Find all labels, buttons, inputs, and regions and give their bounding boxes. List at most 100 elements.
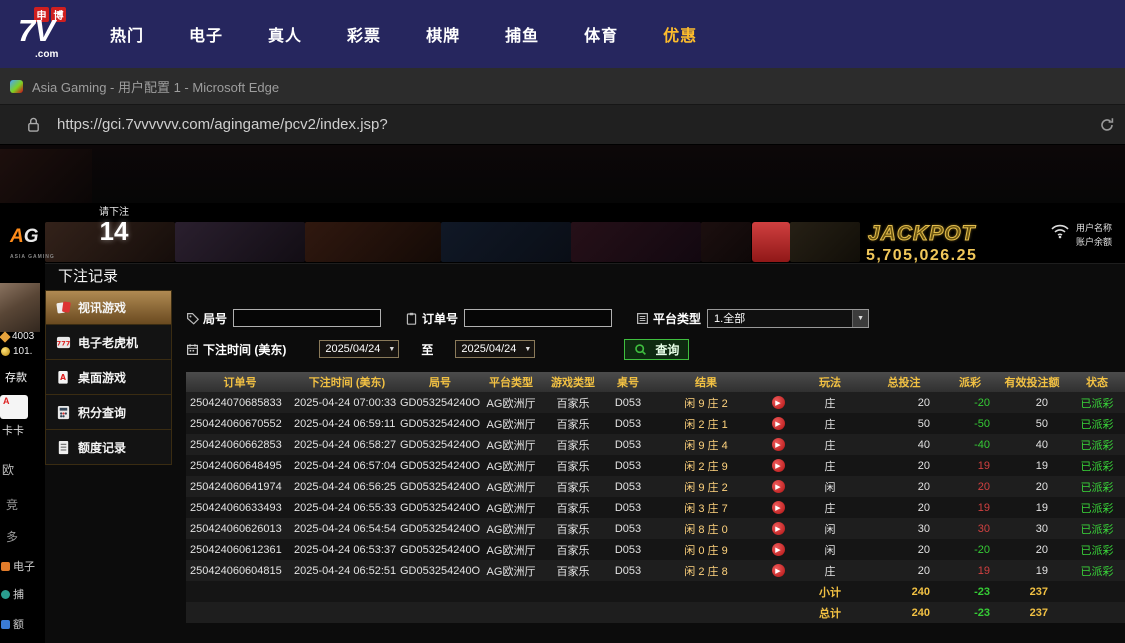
cell-round_id: GD053254240ON bbox=[400, 459, 480, 472]
date-from-select[interactable]: 2025/04/24 ▼ bbox=[319, 340, 400, 358]
cell-bet_time: 2025-04-24 06:52:51 bbox=[294, 564, 397, 577]
cell-result: 闲 2 庄 8 bbox=[684, 565, 728, 578]
cell-table_no: D053 bbox=[614, 417, 642, 430]
refresh-icon[interactable] bbox=[1099, 117, 1115, 133]
cell-round_id: GD053254240OQ bbox=[400, 417, 480, 430]
page-content: AG ASIA GAMING 请下注 14 JACKPOT 5,705,026.… bbox=[0, 145, 1125, 643]
cell-total_bet: 40 bbox=[917, 438, 930, 451]
platform-select[interactable]: 1.全部 ▼ bbox=[707, 308, 870, 328]
cell-payout: -20 bbox=[974, 396, 990, 409]
cell-valid_bet: 20 bbox=[1035, 480, 1048, 493]
column-header: 总投注 bbox=[887, 377, 921, 389]
date-to-select[interactable]: 2025/04/24 ▼ bbox=[455, 340, 536, 358]
sidebar-item-label: 积分查询 bbox=[78, 405, 127, 420]
ag-logo-a: A bbox=[10, 226, 24, 247]
dropdown-arrow-icon: ▼ bbox=[388, 345, 396, 353]
sidebar-item-label: 电子老虎机 bbox=[78, 335, 139, 350]
summary-cell: 237 bbox=[1029, 606, 1048, 619]
cell-valid_bet: 30 bbox=[1035, 522, 1048, 535]
cell-status: 已派彩 bbox=[1080, 544, 1114, 557]
replay-button[interactable]: ▶ bbox=[771, 501, 785, 514]
ag-logo-g: G bbox=[23, 226, 39, 247]
column-header: 玩法 bbox=[819, 377, 841, 389]
nav-fragment-jing[interactable]: 竞 bbox=[6, 496, 18, 513]
bet-countdown: 请下注 14 bbox=[88, 203, 140, 245]
points-fragment: 4003 bbox=[0, 330, 34, 343]
sidebar-item-credit-record[interactable]: 额度记录 bbox=[45, 430, 172, 465]
column-header: 结果 bbox=[695, 377, 717, 389]
sidebar-item-table-game[interactable]: A 桌面游戏 bbox=[45, 360, 172, 395]
table-row: 250424060662853 2025-04-24 06:58:27 GD0532… bbox=[186, 434, 1125, 455]
cell-order_id: 250424060641974 bbox=[190, 480, 282, 493]
order-input[interactable] bbox=[464, 309, 613, 327]
replay-button[interactable]: ▶ bbox=[771, 543, 785, 556]
sidebar-item-video-game[interactable]: 视讯游戏 bbox=[45, 290, 172, 325]
cell-replay: ▶ bbox=[760, 501, 796, 514]
cell-table_no: D053 bbox=[614, 501, 642, 514]
nav-item[interactable]: 真人 bbox=[268, 22, 302, 46]
bet-records-panel: 下注记录 视讯游戏 777 电子老虎机 A 桌面游戏 积分查询 额度记录 局号 订单号 bbox=[45, 263, 1125, 643]
sidebar-item-points-query[interactable]: 积分查询 bbox=[45, 395, 172, 430]
url-text[interactable]: https://gci.7vvvvvv.com/agingame/pcv2/in… bbox=[57, 116, 388, 133]
cell-replay: ▶ bbox=[760, 543, 796, 556]
replay-button[interactable]: ▶ bbox=[771, 480, 785, 493]
nav-item[interactable]: 优惠 bbox=[663, 22, 697, 46]
cell-round_id: GD053254240OS bbox=[400, 396, 480, 409]
nav-fragment-credit[interactable]: 额 bbox=[1, 616, 24, 632]
nav-item[interactable]: 体育 bbox=[584, 22, 618, 46]
cell-order_id: 250424060662853 bbox=[190, 438, 282, 451]
deposit-button[interactable]: 存款 bbox=[5, 369, 27, 385]
column-header: 局号 bbox=[429, 377, 451, 389]
nav-fragment-fishing[interactable]: 捕 bbox=[1, 586, 24, 602]
cell-platform: AG欧洲厅 bbox=[486, 481, 536, 494]
cell-order_id: 250424060670552 bbox=[190, 417, 282, 430]
lock-icon[interactable] bbox=[26, 116, 41, 133]
browser-titlebar: Asia Gaming - 用户配置 1 - Microsoft Edge bbox=[0, 68, 1125, 105]
cell-game_type: 百家乐 bbox=[556, 565, 590, 578]
replay-button[interactable]: ▶ bbox=[771, 438, 785, 451]
table-game-icon: A bbox=[55, 369, 71, 385]
nav-item[interactable]: 电子 bbox=[189, 22, 223, 46]
table-row: 250424060604815 2025-04-24 06:52:51 GD0532… bbox=[186, 560, 1125, 581]
replay-button[interactable]: ▶ bbox=[771, 522, 785, 535]
nav-item[interactable]: 捕鱼 bbox=[505, 22, 539, 46]
summary-cell: -23 bbox=[974, 606, 990, 619]
sidebar-item-label: 桌面游戏 bbox=[78, 370, 127, 385]
cell-valid_bet: 20 bbox=[1035, 543, 1048, 556]
logo-text: 7V bbox=[18, 13, 55, 48]
cell-game_type: 百家乐 bbox=[556, 460, 590, 473]
between-label: 至 bbox=[421, 342, 434, 357]
game-thumbnail bbox=[571, 222, 701, 262]
cell-play_type: 闲 bbox=[824, 523, 836, 536]
bet-time-label: 下注时间 (美东) bbox=[203, 342, 287, 357]
round-input[interactable] bbox=[233, 309, 382, 327]
order-icon bbox=[405, 312, 418, 325]
column-header: 有效投注额 bbox=[1004, 377, 1060, 389]
table-header: 订单号 下注时间 (美东) 局号 平台类型 游戏类型 桌号 结果 玩法 总投注 派彩 有效投注额 状态 bbox=[186, 372, 1125, 392]
cell-bet_time: 2025-04-24 06:59:11 bbox=[294, 417, 396, 430]
replay-button[interactable]: ▶ bbox=[771, 417, 785, 430]
cell-round_id: GD053254240OP bbox=[400, 438, 480, 451]
nav-fragment-europe[interactable]: 欧 bbox=[2, 461, 14, 478]
nav-item[interactable]: 热门 bbox=[110, 22, 144, 46]
nav-fragment-kaka[interactable]: 卡卡 bbox=[2, 422, 24, 438]
fishing-nav-icon bbox=[1, 589, 10, 599]
replay-button[interactable]: ▶ bbox=[771, 459, 785, 472]
nav-item[interactable]: 彩票 bbox=[347, 22, 381, 46]
summary-cell: 小计 bbox=[819, 586, 841, 599]
nav-item[interactable]: 棋牌 bbox=[426, 22, 460, 46]
dropdown-arrow-icon: ▼ bbox=[852, 309, 869, 327]
cell-play_type: 庄 bbox=[824, 460, 836, 473]
site-logo[interactable]: 申 博 7V .com bbox=[18, 4, 82, 64]
replay-button[interactable]: ▶ bbox=[771, 396, 785, 409]
cell-total_bet: 20 bbox=[917, 564, 930, 577]
search-button[interactable]: 查询 bbox=[624, 338, 690, 360]
cell-replay: ▶ bbox=[760, 480, 796, 493]
replay-button[interactable]: ▶ bbox=[771, 564, 785, 577]
sidebar-item-slot-machine[interactable]: 777 电子老虎机 bbox=[45, 325, 172, 360]
nav-fragment-slots[interactable]: 电子 bbox=[1, 558, 35, 574]
account-balance-label: 账户余额 bbox=[1076, 237, 1113, 247]
cell-payout: 19 bbox=[977, 564, 990, 577]
cell-round_id: GD053254240OM bbox=[400, 480, 480, 493]
nav-fragment-duo[interactable]: 多 bbox=[6, 528, 18, 545]
